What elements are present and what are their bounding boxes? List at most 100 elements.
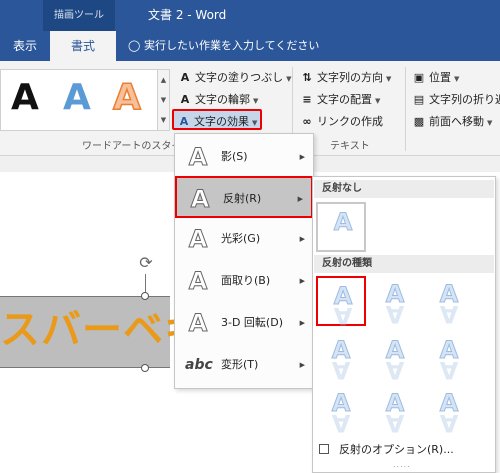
menu-item-label: 影(S) bbox=[221, 150, 248, 163]
align-text-button[interactable]: ≡ 文字の配置 ▼ bbox=[300, 89, 380, 110]
bevel-icon: A bbox=[188, 267, 208, 296]
wordart-style-black[interactable]: A bbox=[11, 78, 39, 118]
menu-item-label: 反射(R) bbox=[223, 192, 262, 205]
menu-item-shadow[interactable]: A 影(S) ▶ bbox=[175, 136, 313, 178]
gallery-scroll[interactable]: ▲ ▼ ▼ bbox=[158, 69, 170, 131]
chevron-down-icon: ▼ bbox=[253, 97, 259, 105]
reflection-submenu: 反射なし A 反射の種類 A A A A A A A A A A A A A A… bbox=[312, 176, 496, 473]
reflection-mirror-glyph: A bbox=[331, 409, 351, 437]
drawing-tools-context-tab: 描画ツール bbox=[43, 0, 115, 31]
resize-grip[interactable]: ..... bbox=[393, 460, 411, 469]
reflection-icon: A bbox=[190, 185, 210, 214]
reflection-variation[interactable]: A A bbox=[424, 276, 474, 329]
menu-item-3d-rotation[interactable]: A 3-D 回転(D) ▶ bbox=[175, 302, 313, 344]
gallery-down-icon[interactable]: ▼ bbox=[158, 90, 169, 110]
reflection-mirror-glyph: A bbox=[385, 409, 405, 437]
chevron-right-icon: ▶ bbox=[299, 153, 305, 161]
align-text-icon: ≡ bbox=[302, 93, 312, 106]
reflection-mirror-glyph: A bbox=[439, 356, 459, 384]
wordart-style-blue[interactable]: A bbox=[63, 78, 91, 118]
reflection-variation[interactable]: A A bbox=[370, 385, 420, 438]
text-fill-icon: A bbox=[180, 71, 190, 84]
menu-item-label: 変形(T) bbox=[221, 358, 259, 371]
reflection-mirror-glyph: A bbox=[331, 356, 351, 384]
reflection-variation[interactable]: A A bbox=[370, 332, 420, 385]
text-fill-button[interactable]: A 文字の塗りつぶし ▼ bbox=[178, 67, 292, 88]
text-direction-button[interactable]: ⇅ 文字列の方向 ▼ bbox=[300, 67, 391, 88]
link-icon: ∞ bbox=[302, 115, 312, 128]
tell-me-text: 実行したい作業を入力してください bbox=[144, 39, 320, 52]
text-effects-button[interactable]: A 文字の効果 ▼ bbox=[172, 109, 263, 130]
text-effects-icon: A bbox=[179, 115, 189, 128]
reflection-variation[interactable]: A A bbox=[424, 332, 474, 385]
text-outline-button[interactable]: A 文字の輪郭 ▼ bbox=[178, 89, 259, 110]
text-outline-icon: A bbox=[180, 93, 190, 106]
rotate-handle-icon[interactable]: ⟳ bbox=[136, 253, 156, 273]
chevron-down-icon: ▼ bbox=[386, 75, 392, 83]
gallery-more-icon[interactable]: ▼ bbox=[158, 110, 169, 130]
wrap-text-label: 文字列の折り返 bbox=[429, 93, 500, 106]
reflection-options-link[interactable]: 反射のオプション(R)... bbox=[319, 440, 454, 460]
menu-item-label: 3-D 回転(D) bbox=[221, 316, 283, 329]
text-fill-label: 文字の塗りつぶし bbox=[195, 71, 284, 84]
wordart-style-gallery[interactable]: A A A bbox=[0, 69, 158, 131]
reflection-mirror-glyph: A bbox=[439, 300, 459, 328]
reflection-mirror-glyph: A bbox=[385, 300, 405, 328]
create-link-button[interactable]: ∞ リンクの作成 bbox=[300, 111, 383, 132]
tab-view[interactable]: 表示 bbox=[0, 31, 50, 61]
resize-handle[interactable] bbox=[141, 364, 149, 372]
reflection-variation[interactable]: A A bbox=[316, 276, 366, 330]
wordart-style-orange[interactable]: A bbox=[112, 77, 141, 119]
menu-item-glow[interactable]: A 光彩(G) ▶ bbox=[175, 218, 313, 260]
reflection-preview-glyph: A bbox=[333, 208, 353, 236]
text-group-label: テキスト bbox=[330, 141, 370, 152]
reflection-options-label: 反射のオプション(R)... bbox=[339, 443, 454, 456]
create-link-label: リンクの作成 bbox=[317, 115, 383, 128]
wrap-text-icon: ▤ bbox=[413, 93, 425, 106]
tell-me-box[interactable]: ◯ 実行したい作業を入力してください bbox=[128, 31, 319, 61]
menu-item-label: 面取り(B) bbox=[221, 274, 271, 287]
chevron-down-icon: ▼ bbox=[252, 119, 258, 127]
chevron-down-icon: ▼ bbox=[487, 119, 493, 127]
resize-handle[interactable] bbox=[141, 292, 149, 300]
chevron-down-icon: ▼ bbox=[286, 75, 292, 83]
text-outline-label: 文字の輪郭 bbox=[195, 93, 250, 106]
rotation-line bbox=[145, 274, 146, 294]
ribbon-tab-row: 表示 書式 ◯ 実行したい作業を入力してください bbox=[0, 31, 500, 61]
text-direction-icon: ⇅ bbox=[302, 71, 312, 84]
wrap-text-button[interactable]: ▤ 文字列の折り返 bbox=[412, 89, 500, 110]
position-button[interactable]: ▣ 位置 ▼ bbox=[412, 67, 460, 88]
position-icon: ▣ bbox=[413, 71, 425, 84]
text-effects-menu: A 影(S) ▶ A 反射(R) ▶ A 光彩(G) ▶ A 面取り(B) ▶ … bbox=[174, 133, 314, 389]
menu-item-reflection[interactable]: A 反射(R) ▶ bbox=[175, 176, 313, 218]
no-reflection-header: 反射なし bbox=[314, 180, 494, 198]
glow-icon: A bbox=[188, 225, 208, 254]
reflection-variation[interactable]: A A bbox=[316, 332, 366, 385]
3d-rotation-icon: A bbox=[188, 309, 208, 338]
reflection-variation[interactable]: A A bbox=[316, 385, 366, 438]
menu-item-transform[interactable]: abc 変形(T) ▶ bbox=[175, 344, 313, 386]
text-effects-label: 文字の効果 bbox=[194, 115, 249, 128]
chevron-right-icon: ▶ bbox=[299, 319, 305, 327]
chevron-down-icon: ▼ bbox=[454, 75, 460, 83]
reflection-variation[interactable]: A A bbox=[370, 276, 420, 329]
reflection-mirror-glyph: A bbox=[333, 302, 353, 330]
shadow-icon: A bbox=[188, 143, 208, 172]
menu-item-bevel[interactable]: A 面取り(B) ▶ bbox=[175, 260, 313, 302]
no-reflection-option[interactable]: A bbox=[316, 202, 366, 252]
align-text-label: 文字の配置 bbox=[317, 93, 372, 106]
bring-forward-label: 前面へ移動 bbox=[429, 115, 484, 128]
reflection-variation[interactable]: A A bbox=[424, 385, 474, 438]
options-icon bbox=[319, 444, 329, 454]
title-bar: 描画ツール 文書 2 - Word bbox=[0, 0, 500, 31]
bring-forward-button[interactable]: ▩ 前面へ移動 ▼ bbox=[412, 111, 493, 132]
chevron-right-icon: ▶ bbox=[299, 277, 305, 285]
reflection-mirror-glyph: A bbox=[385, 356, 405, 384]
document-title: 文書 2 - Word bbox=[148, 8, 227, 22]
bring-forward-icon: ▩ bbox=[413, 115, 425, 128]
chevron-right-icon: ▶ bbox=[297, 195, 303, 203]
chevron-right-icon: ▶ bbox=[299, 361, 305, 369]
tab-format[interactable]: 書式 bbox=[50, 31, 116, 61]
gallery-up-icon[interactable]: ▲ bbox=[158, 70, 169, 90]
chevron-right-icon: ▶ bbox=[299, 235, 305, 243]
